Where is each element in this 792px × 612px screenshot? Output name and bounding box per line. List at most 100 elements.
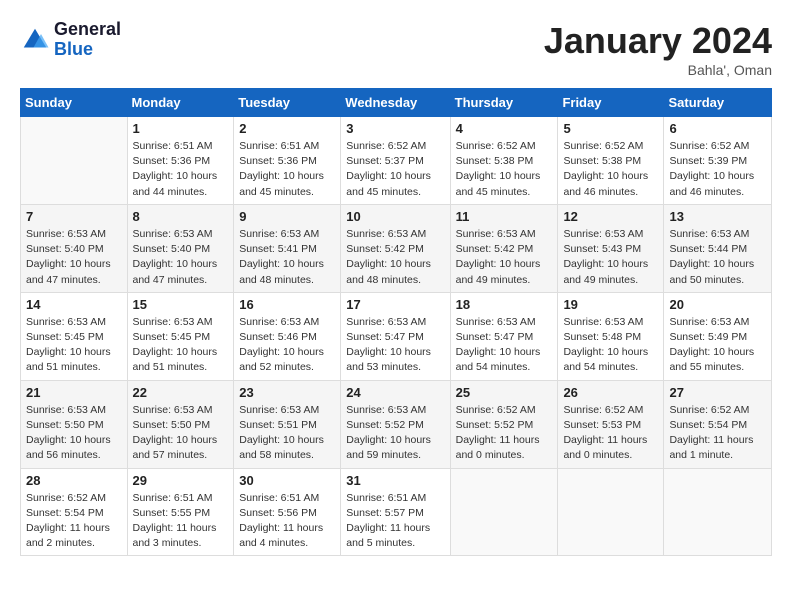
day-number: 18	[456, 297, 553, 312]
day-number: 10	[346, 209, 444, 224]
day-info: Sunrise: 6:51 AMSunset: 5:36 PMDaylight:…	[239, 139, 335, 200]
day-info: Sunrise: 6:52 AMSunset: 5:37 PMDaylight:…	[346, 139, 444, 200]
day-number: 4	[456, 121, 553, 136]
week-row-5: 28Sunrise: 6:52 AMSunset: 5:54 PMDayligh…	[21, 468, 772, 556]
day-number: 20	[669, 297, 766, 312]
day-cell: 23Sunrise: 6:53 AMSunset: 5:51 PMDayligh…	[234, 380, 341, 468]
column-header-friday: Friday	[558, 89, 664, 117]
day-cell	[450, 468, 558, 556]
day-info: Sunrise: 6:53 AMSunset: 5:43 PMDaylight:…	[563, 227, 658, 288]
calendar-table: SundayMondayTuesdayWednesdayThursdayFrid…	[20, 88, 772, 556]
day-cell: 21 Sunrise: 6:53 AMSunset: 5:50 PMDayligh…	[21, 380, 128, 468]
day-number: 14	[26, 297, 122, 312]
day-info: Sunrise: 6:52 AMSunset: 5:39 PMDaylight:…	[669, 139, 766, 200]
week-row-2: 7 Sunrise: 6:53 AMSunset: 5:40 PMDaylight…	[21, 204, 772, 292]
column-header-saturday: Saturday	[664, 89, 772, 117]
day-info: Sunrise: 6:52 AMSunset: 5:52 PMDaylight:…	[456, 403, 553, 464]
day-info: Sunrise: 6:51 AMSunset: 5:57 PMDaylight:…	[346, 491, 444, 552]
day-cell: 27 Sunrise: 6:52 AMSunset: 5:54 PMDayligh…	[664, 380, 772, 468]
day-cell: 17 Sunrise: 6:53 AMSunset: 5:47 PMDayligh…	[341, 292, 450, 380]
day-number: 7	[26, 209, 122, 224]
day-cell: 25 Sunrise: 6:52 AMSunset: 5:52 PMDayligh…	[450, 380, 558, 468]
day-cell: 18 Sunrise: 6:53 AMSunset: 5:47 PMDayligh…	[450, 292, 558, 380]
day-cell: 3 Sunrise: 6:52 AMSunset: 5:37 PMDaylight…	[341, 117, 450, 205]
day-number: 16	[239, 297, 335, 312]
column-header-sunday: Sunday	[21, 89, 128, 117]
day-cell	[558, 468, 664, 556]
day-cell	[21, 117, 128, 205]
month-title: January 2024	[544, 20, 772, 62]
week-row-1: 1 Sunrise: 6:51 AMSunset: 5:36 PMDaylight…	[21, 117, 772, 205]
column-header-tuesday: Tuesday	[234, 89, 341, 117]
logo: General Blue	[20, 20, 121, 60]
day-number: 29	[133, 473, 229, 488]
day-number: 3	[346, 121, 444, 136]
day-number: 31	[346, 473, 444, 488]
day-cell: 31 Sunrise: 6:51 AMSunset: 5:57 PMDayligh…	[341, 468, 450, 556]
day-cell: 16 Sunrise: 6:53 AMSunset: 5:46 PMDayligh…	[234, 292, 341, 380]
week-row-4: 21 Sunrise: 6:53 AMSunset: 5:50 PMDayligh…	[21, 380, 772, 468]
day-info: Sunrise: 6:51 AMSunset: 5:36 PMDaylight:…	[133, 139, 229, 200]
day-cell: 24Sunrise: 6:53 AMSunset: 5:52 PMDayligh…	[341, 380, 450, 468]
day-number: 8	[133, 209, 229, 224]
day-cell: 4 Sunrise: 6:52 AMSunset: 5:38 PMDaylight…	[450, 117, 558, 205]
day-number: 5	[563, 121, 658, 136]
day-cell: 26 Sunrise: 6:52 AMSunset: 5:53 PMDayligh…	[558, 380, 664, 468]
day-info: Sunrise: 6:53 AMSunset: 5:46 PMDaylight:…	[239, 315, 335, 376]
column-header-monday: Monday	[127, 89, 234, 117]
logo-text-line2: Blue	[54, 40, 121, 60]
day-cell: 13Sunrise: 6:53 AMSunset: 5:44 PMDayligh…	[664, 204, 772, 292]
day-number: 27	[669, 385, 766, 400]
day-cell: 6 Sunrise: 6:52 AMSunset: 5:39 PMDaylight…	[664, 117, 772, 205]
day-number: 17	[346, 297, 444, 312]
day-info: Sunrise: 6:53 AMSunset: 5:40 PMDaylight:…	[133, 227, 229, 288]
day-info: Sunrise: 6:52 AMSunset: 5:38 PMDaylight:…	[456, 139, 553, 200]
day-cell: 29 Sunrise: 6:51 AMSunset: 5:55 PMDayligh…	[127, 468, 234, 556]
header-row: SundayMondayTuesdayWednesdayThursdayFrid…	[21, 89, 772, 117]
day-info: Sunrise: 6:53 AMSunset: 5:42 PMDaylight:…	[456, 227, 553, 288]
day-cell: 14 Sunrise: 6:53 AMSunset: 5:45 PMDayligh…	[21, 292, 128, 380]
day-info: Sunrise: 6:52 AMSunset: 5:54 PMDaylight:…	[669, 403, 766, 464]
day-info: Sunrise: 6:53 AMSunset: 5:47 PMDaylight:…	[346, 315, 444, 376]
day-number: 23	[239, 385, 335, 400]
day-info: Sunrise: 6:53 AMSunset: 5:41 PMDaylight:…	[239, 227, 335, 288]
day-number: 2	[239, 121, 335, 136]
day-info: Sunrise: 6:53 AMSunset: 5:50 PMDaylight:…	[26, 403, 122, 464]
day-cell: 11Sunrise: 6:53 AMSunset: 5:42 PMDayligh…	[450, 204, 558, 292]
day-number: 25	[456, 385, 553, 400]
day-number: 21	[26, 385, 122, 400]
day-cell: 5 Sunrise: 6:52 AMSunset: 5:38 PMDaylight…	[558, 117, 664, 205]
day-info: Sunrise: 6:52 AMSunset: 5:38 PMDaylight:…	[563, 139, 658, 200]
day-number: 24	[346, 385, 444, 400]
day-cell	[664, 468, 772, 556]
logo-text-line1: General	[54, 20, 121, 40]
day-number: 15	[133, 297, 229, 312]
day-cell: 30 Sunrise: 6:51 AMSunset: 5:56 PMDayligh…	[234, 468, 341, 556]
day-cell: 2 Sunrise: 6:51 AMSunset: 5:36 PMDaylight…	[234, 117, 341, 205]
day-info: Sunrise: 6:53 AMSunset: 5:49 PMDaylight:…	[669, 315, 766, 376]
day-number: 26	[563, 385, 658, 400]
day-number: 1	[133, 121, 229, 136]
day-number: 6	[669, 121, 766, 136]
day-cell: 28Sunrise: 6:52 AMSunset: 5:54 PMDayligh…	[21, 468, 128, 556]
day-number: 19	[563, 297, 658, 312]
day-cell: 22 Sunrise: 6:53 AMSunset: 5:50 PMDayligh…	[127, 380, 234, 468]
day-cell: 10Sunrise: 6:53 AMSunset: 5:42 PMDayligh…	[341, 204, 450, 292]
day-info: Sunrise: 6:53 AMSunset: 5:45 PMDaylight:…	[26, 315, 122, 376]
day-number: 22	[133, 385, 229, 400]
day-info: Sunrise: 6:52 AMSunset: 5:53 PMDaylight:…	[563, 403, 658, 464]
title-block: January 2024 Bahla', Oman	[544, 20, 772, 78]
day-number: 30	[239, 473, 335, 488]
day-info: Sunrise: 6:53 AMSunset: 5:50 PMDaylight:…	[133, 403, 229, 464]
day-info: Sunrise: 6:53 AMSunset: 5:47 PMDaylight:…	[456, 315, 553, 376]
day-cell: 12Sunrise: 6:53 AMSunset: 5:43 PMDayligh…	[558, 204, 664, 292]
day-cell: 9Sunrise: 6:53 AMSunset: 5:41 PMDaylight…	[234, 204, 341, 292]
day-info: Sunrise: 6:53 AMSunset: 5:48 PMDaylight:…	[563, 315, 658, 376]
day-info: Sunrise: 6:51 AMSunset: 5:56 PMDaylight:…	[239, 491, 335, 552]
day-cell: 15Sunrise: 6:53 AMSunset: 5:45 PMDayligh…	[127, 292, 234, 380]
column-header-wednesday: Wednesday	[341, 89, 450, 117]
day-cell: 7Sunrise: 6:53 AMSunset: 5:40 PMDaylight…	[21, 204, 128, 292]
day-info: Sunrise: 6:51 AMSunset: 5:55 PMDaylight:…	[133, 491, 229, 552]
logo-icon	[20, 25, 50, 55]
day-number: 28	[26, 473, 122, 488]
